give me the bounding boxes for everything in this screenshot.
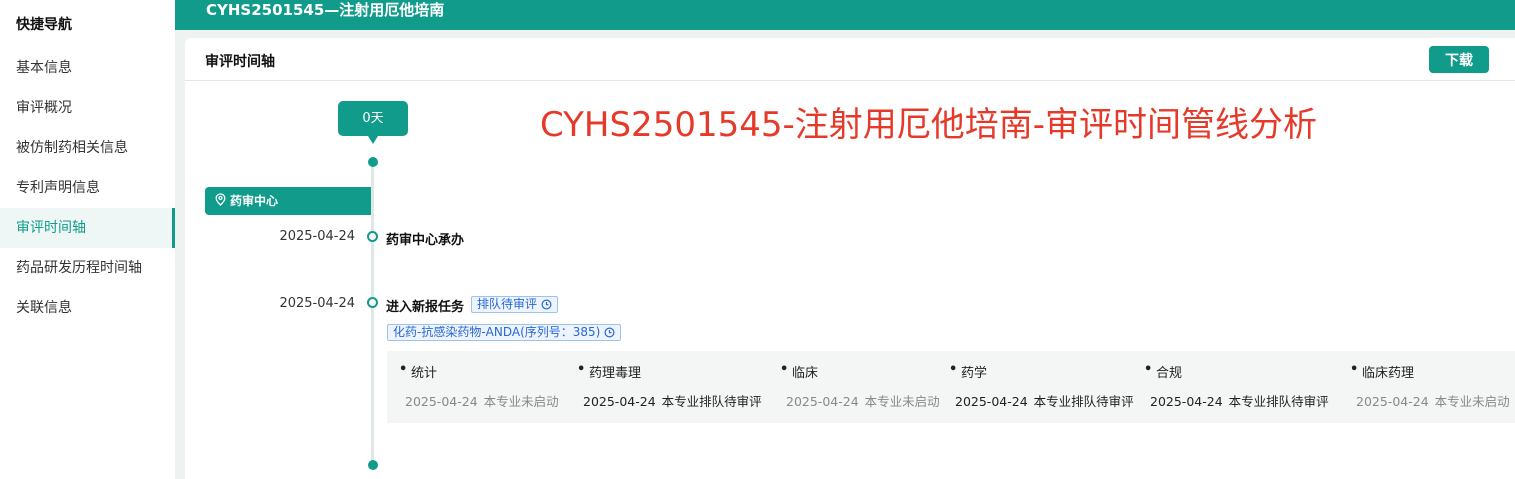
category-chip: 化药-抗感染药物-ANDA(序列号：385) bbox=[387, 324, 622, 342]
event-dot bbox=[367, 231, 378, 242]
specialty-date: 2025-04-24 bbox=[405, 394, 478, 409]
sidebar-item-review-timeline[interactable]: 审评时间轴 bbox=[0, 208, 175, 248]
quick-nav-title: 快捷导航 bbox=[16, 17, 72, 33]
specialty-name: 合规 bbox=[1144, 362, 1182, 381]
specialty-status: 2025-04-24 本专业排队待审评 bbox=[583, 391, 762, 410]
specialty-name: 药理毒理 bbox=[577, 362, 641, 381]
specialty-name: 临床药理 bbox=[1350, 362, 1414, 381]
event-title: 进入新报任务 bbox=[386, 300, 465, 315]
specialty-name: 临床 bbox=[780, 362, 818, 381]
specialty-date: 2025-04-24 bbox=[786, 394, 859, 409]
timeline-line bbox=[371, 160, 374, 465]
queue-status-chip: 排队待审评 bbox=[471, 296, 559, 314]
specialty-status-panel: 统计 2025-04-24 本专业未启动 药理毒理 2025-04-24 本专业排队… bbox=[387, 351, 1515, 423]
event-title: 药审中心承办 bbox=[386, 233, 465, 248]
specialty-status-text: 本专业排队待审评 bbox=[1033, 394, 1134, 409]
analysis-annotation: CYHS2501545-注射用厄他培南-审评时间管线分析 bbox=[540, 105, 1318, 145]
sidebar-item-rd-history-timeline[interactable]: 药品研发历程时间轴 bbox=[0, 248, 175, 288]
specialty-date: 2025-04-24 bbox=[955, 394, 1028, 409]
review-center-tag: 药审中心 bbox=[205, 187, 371, 215]
review-center-label: 药审中心 bbox=[230, 194, 279, 208]
specialty-status-text: 本专业未启动 bbox=[864, 394, 940, 409]
sidebar-item-reference-drug-info[interactable]: 被仿制药相关信息 bbox=[0, 128, 175, 168]
timeline-end-dot bbox=[368, 460, 378, 470]
page-title: CYHS2501545—注射用厄他培南 bbox=[206, 1, 445, 19]
event-dot bbox=[367, 297, 378, 308]
specialty-name: 统计 bbox=[399, 362, 437, 381]
specialty-status: 2025-04-24 本专业未启动 bbox=[405, 391, 559, 410]
specialty-status-text: 本专业未启动 bbox=[1434, 394, 1510, 409]
specialty-status-text: 本专业排队待审评 bbox=[1228, 394, 1329, 409]
sidebar-item-related-info[interactable]: 关联信息 bbox=[0, 288, 175, 328]
clock-icon bbox=[541, 299, 552, 314]
specialty-date: 2025-04-24 bbox=[583, 394, 656, 409]
top-header-bar: CYHS2501545—注射用厄他培南 bbox=[175, 0, 1515, 30]
specialty-name: 药学 bbox=[949, 362, 987, 381]
day-count-bubble: 0天 bbox=[338, 101, 408, 144]
specialty-status-text: 本专业未启动 bbox=[483, 394, 559, 409]
queue-status-label: 排队待审评 bbox=[477, 297, 538, 311]
card-title: 审评时间轴 bbox=[205, 54, 275, 70]
specialty-status: 2025-04-24 本专业排队待审评 bbox=[955, 391, 1134, 410]
sidebar-item-review-overview[interactable]: 审评概况 bbox=[0, 88, 175, 128]
event-date: 2025-04-24 bbox=[279, 229, 355, 244]
download-button[interactable]: 下载 bbox=[1429, 46, 1489, 73]
card-header: 审评时间轴 下载 bbox=[185, 38, 1515, 81]
event-date: 2025-04-24 bbox=[279, 296, 355, 311]
specialty-status: 2025-04-24 本专业未启动 bbox=[1356, 391, 1510, 410]
sidebar-item-patent-statement[interactable]: 专利声明信息 bbox=[0, 168, 175, 208]
timeline-start-dot bbox=[368, 157, 378, 167]
category-label: 化药-抗感染药物-ANDA(序列号：385) bbox=[393, 325, 601, 339]
sidebar-item-basic-info[interactable]: 基本信息 bbox=[0, 48, 175, 88]
specialty-status: 2025-04-24 本专业排队待审评 bbox=[1150, 391, 1329, 410]
specialty-status: 2025-04-24 本专业未启动 bbox=[786, 391, 940, 410]
specialty-status-text: 本专业排队待审评 bbox=[661, 394, 762, 409]
location-pin-icon bbox=[215, 188, 226, 216]
clock-icon bbox=[604, 327, 615, 342]
specialty-date: 2025-04-24 bbox=[1150, 394, 1223, 409]
quick-nav-sidebar: 快捷导航 基本信息 审评概况 被仿制药相关信息 专利声明信息 审评时间轴 药品研… bbox=[0, 0, 175, 479]
specialty-date: 2025-04-24 bbox=[1356, 394, 1429, 409]
